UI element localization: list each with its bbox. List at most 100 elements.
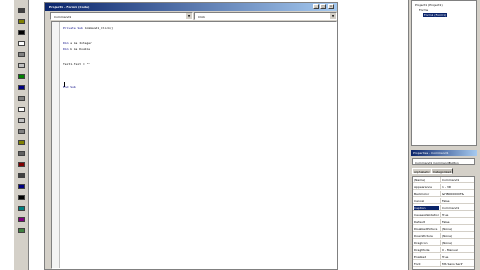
tab-categorized[interactable]: Categorized: [431, 168, 454, 174]
tree-item-label: Forms: [419, 8, 429, 12]
property-row[interactable]: Enabled True: [413, 254, 474, 260]
code-line: End Sub: [63, 85, 76, 89]
shape-icon[interactable]: [16, 182, 27, 191]
property-name: Default: [414, 220, 425, 224]
property-row[interactable]: Default False: [413, 219, 474, 225]
data-icon[interactable]: [16, 215, 27, 224]
column-divider: [440, 226, 441, 232]
property-row[interactable]: Cancel False: [413, 198, 474, 204]
procedure-combo[interactable]: Click ▼: [194, 12, 337, 20]
code-editor[interactable]: Private Sub Command1_Click() Dim a As In…: [51, 21, 337, 269]
properties-object-value: Command1 CommandButton: [415, 161, 459, 165]
picture-box-icon-glyph: [18, 19, 25, 24]
property-value[interactable]: &H8000000F&: [442, 192, 474, 196]
vscroll-icon[interactable]: [16, 127, 27, 136]
keyword: End Sub: [63, 85, 76, 89]
drive-list-icon-glyph: [18, 151, 25, 156]
property-value[interactable]: (None): [442, 227, 474, 231]
minimize-button[interactable]: _: [313, 4, 319, 9]
checkbox-icon[interactable]: [16, 72, 27, 81]
option-button-icon[interactable]: [16, 83, 27, 92]
property-value[interactable]: (None): [442, 234, 474, 238]
frame-icon[interactable]: [16, 50, 27, 59]
code-line: Dim b As Double: [63, 47, 90, 51]
maximize-button[interactable]: □: [320, 4, 326, 9]
property-value[interactable]: Command1: [442, 206, 474, 210]
properties-object-combo[interactable]: Command1 CommandButton: [412, 158, 475, 165]
code-line: Text1.Text = "": [63, 62, 90, 66]
label-icon[interactable]: [16, 28, 27, 37]
property-value[interactable]: True: [442, 213, 474, 217]
code-window-title-bar[interactable]: Project1 - Form1 (Code) _ □ ×: [45, 3, 337, 11]
properties-title: Properties - Command1: [413, 151, 449, 155]
property-name: (Name): [414, 178, 426, 182]
property-value[interactable]: 0 - Manual: [442, 248, 474, 252]
picture-box-icon[interactable]: [16, 17, 27, 26]
tree-item-form1[interactable]: Form1 (Form1): [423, 13, 448, 17]
property-value[interactable]: False: [442, 199, 474, 203]
image-icon-glyph: [18, 206, 25, 211]
property-row[interactable]: (Name) Command1: [413, 177, 474, 183]
chevron-down-icon[interactable]: ▼: [186, 13, 192, 19]
command-button-icon[interactable]: [16, 61, 27, 70]
column-divider: [440, 205, 441, 211]
pointer-icon[interactable]: [16, 6, 27, 15]
project-explorer[interactable]: Project1 (Project1) Forms Form1 (Form1): [411, 0, 477, 146]
combo-box-icon[interactable]: [16, 94, 27, 103]
property-value[interactable]: 1 - 3D: [442, 185, 474, 189]
property-value[interactable]: Command1: [442, 178, 474, 182]
property-row[interactable]: BackColor &H8000000F&: [413, 191, 474, 197]
code-window: Project1 - Form1 (Code) _ □ × Command1 ▼…: [44, 2, 338, 270]
property-row[interactable]: Caption Command1: [413, 205, 474, 211]
toolbox: [14, 0, 29, 270]
properties-grid[interactable]: (Name) Command1 Appearance 1 - 3D BackColor &…: [412, 176, 475, 270]
pointer-icon-glyph: [18, 8, 25, 13]
property-value[interactable]: False: [442, 220, 474, 224]
tab-alphabetic[interactable]: Alphabetic: [412, 168, 432, 174]
line-icon[interactable]: [16, 193, 27, 202]
property-row[interactable]: DragIcon (None): [413, 240, 474, 246]
textbox-icon[interactable]: [16, 39, 27, 48]
chevron-down-icon[interactable]: ▼: [330, 13, 336, 19]
property-row[interactable]: DownPicture (None): [413, 233, 474, 239]
column-divider: [440, 184, 441, 190]
property-value[interactable]: (None): [442, 241, 474, 245]
properties-window: Properties - Command1 Command1 CommandBu…: [411, 150, 477, 270]
property-name: Cancel: [414, 199, 425, 203]
ole-icon[interactable]: [16, 226, 27, 235]
property-name: Caption: [414, 206, 439, 210]
dir-list-icon[interactable]: [16, 160, 27, 169]
close-button[interactable]: ×: [328, 4, 334, 9]
property-row[interactable]: Font MS Sans Serif: [413, 261, 474, 267]
code-text: b As Double: [70, 47, 91, 51]
procedure-combo-value: Click: [198, 15, 206, 19]
column-divider: [440, 261, 441, 267]
image-icon[interactable]: [16, 204, 27, 213]
column-divider: [440, 191, 441, 197]
drive-list-icon[interactable]: [16, 149, 27, 158]
column-divider: [440, 177, 441, 183]
column-divider: [440, 219, 441, 225]
object-combo[interactable]: Command1 ▼: [50, 12, 193, 20]
property-value[interactable]: MS Sans Serif: [442, 262, 474, 266]
property-value[interactable]: True: [442, 255, 474, 259]
file-list-icon[interactable]: [16, 171, 27, 180]
list-box-icon[interactable]: [16, 105, 27, 114]
property-row[interactable]: Appearance 1 - 3D: [413, 184, 474, 190]
property-row[interactable]: CausesValidation True: [413, 212, 474, 218]
property-name: Font: [414, 262, 421, 266]
property-row[interactable]: DragMode 0 - Manual: [413, 247, 474, 253]
hscroll-icon[interactable]: [16, 116, 27, 125]
tree-item-forms[interactable]: Forms: [419, 8, 428, 12]
timer-icon[interactable]: [16, 138, 27, 147]
property-name: BackColor: [414, 192, 430, 196]
property-row[interactable]: DisabledPicture (None): [413, 226, 474, 232]
dir-list-icon-glyph: [18, 162, 25, 167]
code-text: Text1.Text = "": [63, 62, 91, 66]
vscroll-icon-glyph: [18, 129, 25, 134]
column-divider: [440, 247, 441, 253]
properties-title-bar[interactable]: Properties - Command1: [411, 150, 477, 156]
tree-item-project[interactable]: Project1 (Project1): [415, 3, 443, 7]
ole-icon-glyph: [18, 228, 25, 233]
property-name: CausesValidation: [414, 213, 439, 217]
